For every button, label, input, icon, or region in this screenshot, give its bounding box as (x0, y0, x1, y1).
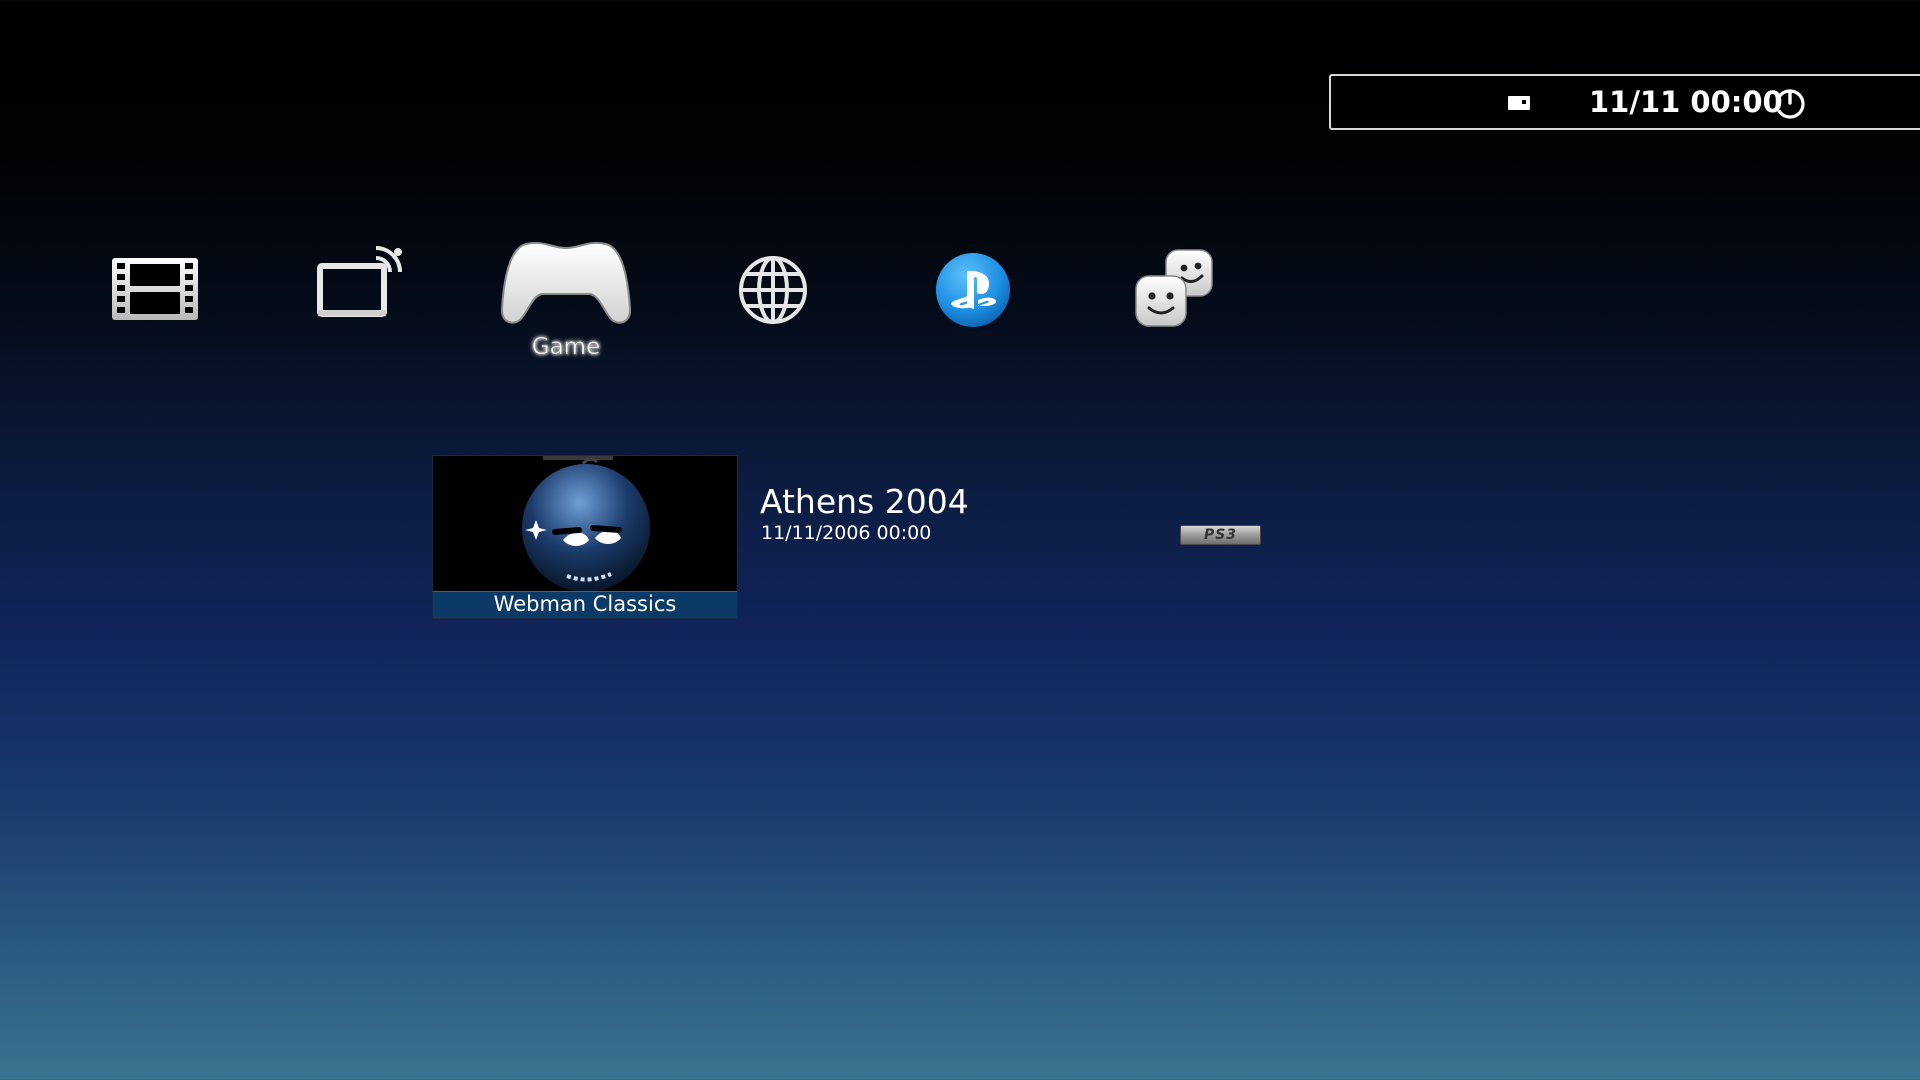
playstation-logo-icon (936, 253, 1010, 327)
friends-icon (1135, 249, 1213, 327)
game-title: Athens 2004 (760, 482, 969, 521)
category-game[interactable] (496, 238, 636, 328)
power-icon (1775, 89, 1805, 119)
tv-broadcast-icon (317, 246, 402, 317)
category-video[interactable] (110, 254, 200, 324)
message-icon (1508, 96, 1530, 110)
category-tv[interactable] (316, 244, 408, 324)
thumbnail-caption: Webman Classics (433, 591, 737, 618)
status-bar: 11/11 00:00 (1329, 74, 1920, 130)
category-playstation-network[interactable] (934, 251, 1012, 329)
bomb-mascot-icon (433, 456, 737, 592)
game-item[interactable]: Webman Classics (432, 455, 738, 619)
category-label-game: Game (531, 334, 601, 360)
film-strip-icon (112, 258, 198, 320)
category-friends[interactable] (1132, 246, 1216, 330)
globe-icon (739, 256, 807, 324)
platform-badge: PS3 (1180, 525, 1261, 545)
status-datetime: 11/11 00:00 (1589, 85, 1783, 119)
gamepad-icon (500, 241, 632, 324)
category-network[interactable] (735, 252, 811, 328)
game-thumbnail[interactable]: Webman Classics (432, 455, 738, 619)
game-date: 11/11/2006 00:00 (761, 522, 932, 544)
